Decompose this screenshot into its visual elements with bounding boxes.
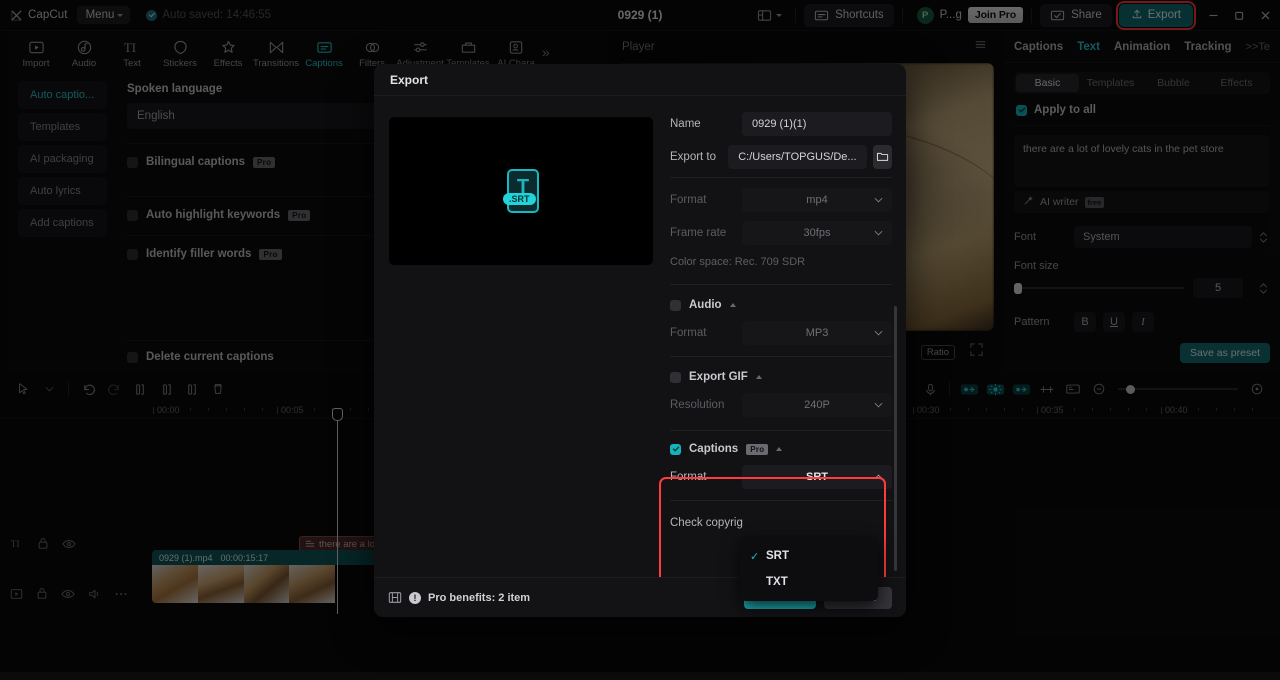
pro-badge: Pro [746, 443, 769, 455]
audio-format-label: Format [670, 326, 707, 339]
frame-rate-value: 30fps [803, 226, 831, 239]
export-dialog-scrollbar[interactable] [894, 306, 897, 571]
checkbox-unchecked-icon[interactable] [670, 299, 681, 311]
export-to-label: Export to [670, 150, 717, 163]
frame-rate-row: Frame rate 30fps [670, 219, 892, 246]
warning-icon: ! [409, 591, 421, 604]
srt-extension-pill: .SRT [503, 193, 536, 205]
dropdown-option-label: SRT [766, 550, 789, 562]
export-dialog-header: Export [374, 64, 906, 96]
chevron-up-icon[interactable] [776, 447, 783, 451]
audio-format-value: MP3 [805, 326, 829, 339]
frame-rate-label: Frame rate [670, 226, 727, 239]
dropdown-option-srt[interactable]: ✓ SRT [740, 543, 878, 569]
check-copyright-label: Check copyrig [670, 516, 743, 529]
divider [670, 430, 892, 431]
export-dialog-body: T .SRT Name 0929 (1)(1) Export to C:/Use… [374, 96, 906, 602]
chevron-down-icon [874, 230, 883, 236]
export-dialog-title: Export [390, 72, 429, 87]
chevron-up-icon[interactable] [729, 303, 736, 307]
export-settings: Name 0929 (1)(1) Export to C:/Users/TOPG… [670, 110, 892, 542]
audio-format-select[interactable]: MP3 [742, 320, 892, 345]
srt-file-icon: T .SRT [503, 169, 539, 213]
chevron-down-icon [874, 402, 883, 408]
format-select[interactable]: mp4 [742, 187, 892, 212]
export-preview: T .SRT [389, 117, 653, 265]
capcut-app: CapCut Menu Auto saved: 14:46:55 0929 (1… [0, 0, 1280, 680]
export-to-input[interactable]: C:/Users/TOPGUS/De... [728, 144, 867, 169]
name-label: Name [670, 117, 701, 130]
audio-format-row: Format MP3 [670, 319, 892, 346]
browse-folder-button[interactable] [872, 144, 892, 169]
gif-resolution-label: Resolution [670, 398, 725, 411]
divider [670, 500, 892, 501]
name-field-row: Name 0929 (1)(1) [670, 110, 892, 137]
captions-format-select[interactable]: SRT [742, 464, 892, 489]
color-space-note: Color space: Rec. 709 SDR [670, 256, 806, 268]
checkbox-unchecked-icon[interactable] [670, 371, 681, 383]
check-icon: ✓ [750, 550, 760, 563]
gif-section-header[interactable]: Export GIF [670, 371, 892, 383]
captions-section-header[interactable]: Captions Pro [670, 443, 892, 455]
frame-rate-select[interactable]: 30fps [742, 220, 892, 245]
chevron-down-icon [874, 330, 883, 336]
chevron-up-icon [874, 473, 883, 479]
chevron-up-icon[interactable] [755, 375, 762, 379]
format-label: Format [670, 193, 707, 206]
gif-resolution-select[interactable]: 240P [742, 392, 892, 417]
divider [670, 284, 892, 285]
dropdown-option-label: TXT [766, 576, 788, 588]
dropdown-option-txt[interactable]: TXT [740, 569, 878, 595]
checkbox-checked-icon[interactable] [670, 443, 681, 455]
gif-section-label: Export GIF [689, 371, 748, 383]
captions-format-dropdown: ✓ SRT TXT [740, 537, 878, 601]
export-dialog: Export T .SRT Name 0929 (1)(1) Export to… [374, 64, 906, 617]
audio-section-label: Audio [689, 299, 722, 311]
gif-resolution-value: 240P [804, 398, 830, 411]
name-input[interactable]: 0929 (1)(1) [742, 111, 892, 136]
pro-benefits-text: Pro benefits: 2 item [428, 591, 531, 604]
captions-format-row: Format SRT [670, 463, 892, 490]
divider [670, 177, 892, 178]
captions-section-label: Captions [689, 443, 739, 455]
video-format-row: Format mp4 [670, 186, 892, 213]
chevron-down-icon [874, 197, 883, 203]
film-icon [388, 592, 402, 603]
pro-benefits: ! Pro benefits: 2 item [388, 591, 530, 604]
folder-icon [876, 152, 888, 161]
format-value: mp4 [806, 193, 828, 206]
gif-resolution-row: Resolution 240P [670, 391, 892, 418]
captions-format-value: SRT [806, 470, 828, 483]
check-copyright-row: Check copyrig [670, 509, 892, 536]
captions-format-label: Format [670, 470, 707, 483]
audio-section-header[interactable]: Audio [670, 299, 892, 311]
export-to-field-row: Export to C:/Users/TOPGUS/De... [670, 143, 892, 170]
divider [670, 356, 892, 357]
srt-card-letter: T [507, 169, 539, 213]
